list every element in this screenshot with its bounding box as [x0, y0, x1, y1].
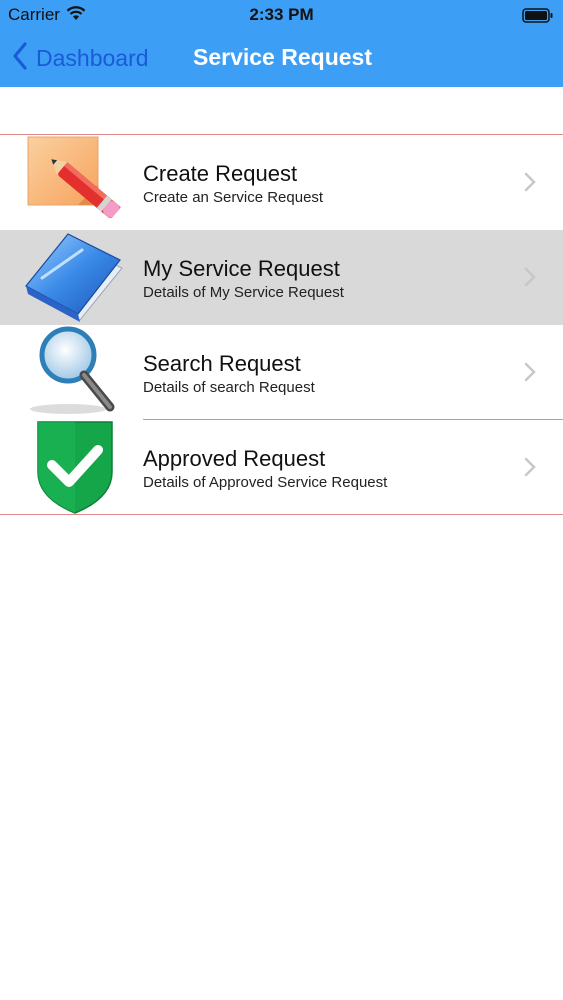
back-label: Dashboard [36, 44, 149, 71]
item-title: My Service Request [143, 256, 340, 281]
navigation-bar: Dashboard Service Request [0, 30, 563, 87]
item-subtitle: Create an Service Request [143, 189, 324, 206]
chevron-right-icon [524, 457, 536, 482]
app-header: Carrier 2:33 PM Dashboard Service Reques… [0, 0, 563, 87]
chevron-left-icon [12, 41, 28, 75]
item-title: Approved Request [143, 446, 326, 471]
list-item-approved-request[interactable]: Approved Request Details of Approved Ser… [0, 420, 563, 515]
list-item-create-request[interactable]: Create Request Create an Service Request [0, 135, 563, 230]
status-bar: Carrier 2:33 PM [0, 0, 563, 30]
list-bottom-divider [0, 514, 563, 515]
chevron-right-icon [524, 267, 536, 292]
battery-icon [522, 8, 554, 28]
page-title: Service Request [193, 44, 372, 70]
pencil-note-icon [22, 135, 126, 230]
status-time: 2:33 PM [249, 5, 314, 24]
back-button[interactable]: Dashboard [12, 41, 149, 75]
item-title: Create Request [143, 161, 298, 186]
item-subtitle: Details of My Service Request [143, 284, 344, 301]
chevron-right-icon [524, 172, 536, 197]
item-subtitle: Details of Approved Service Request [143, 474, 388, 491]
list-item-my-service-request[interactable]: My Service Request Details of My Service… [0, 230, 563, 325]
item-subtitle: Details of search Request [143, 379, 315, 396]
book-icon [22, 230, 126, 325]
list-item-search-request[interactable]: Search Request Details of search Request [0, 325, 563, 420]
check-shield-icon [22, 420, 126, 515]
chevron-right-icon [524, 362, 536, 387]
magnifier-icon [22, 325, 126, 420]
item-title: Search Request [143, 351, 301, 376]
